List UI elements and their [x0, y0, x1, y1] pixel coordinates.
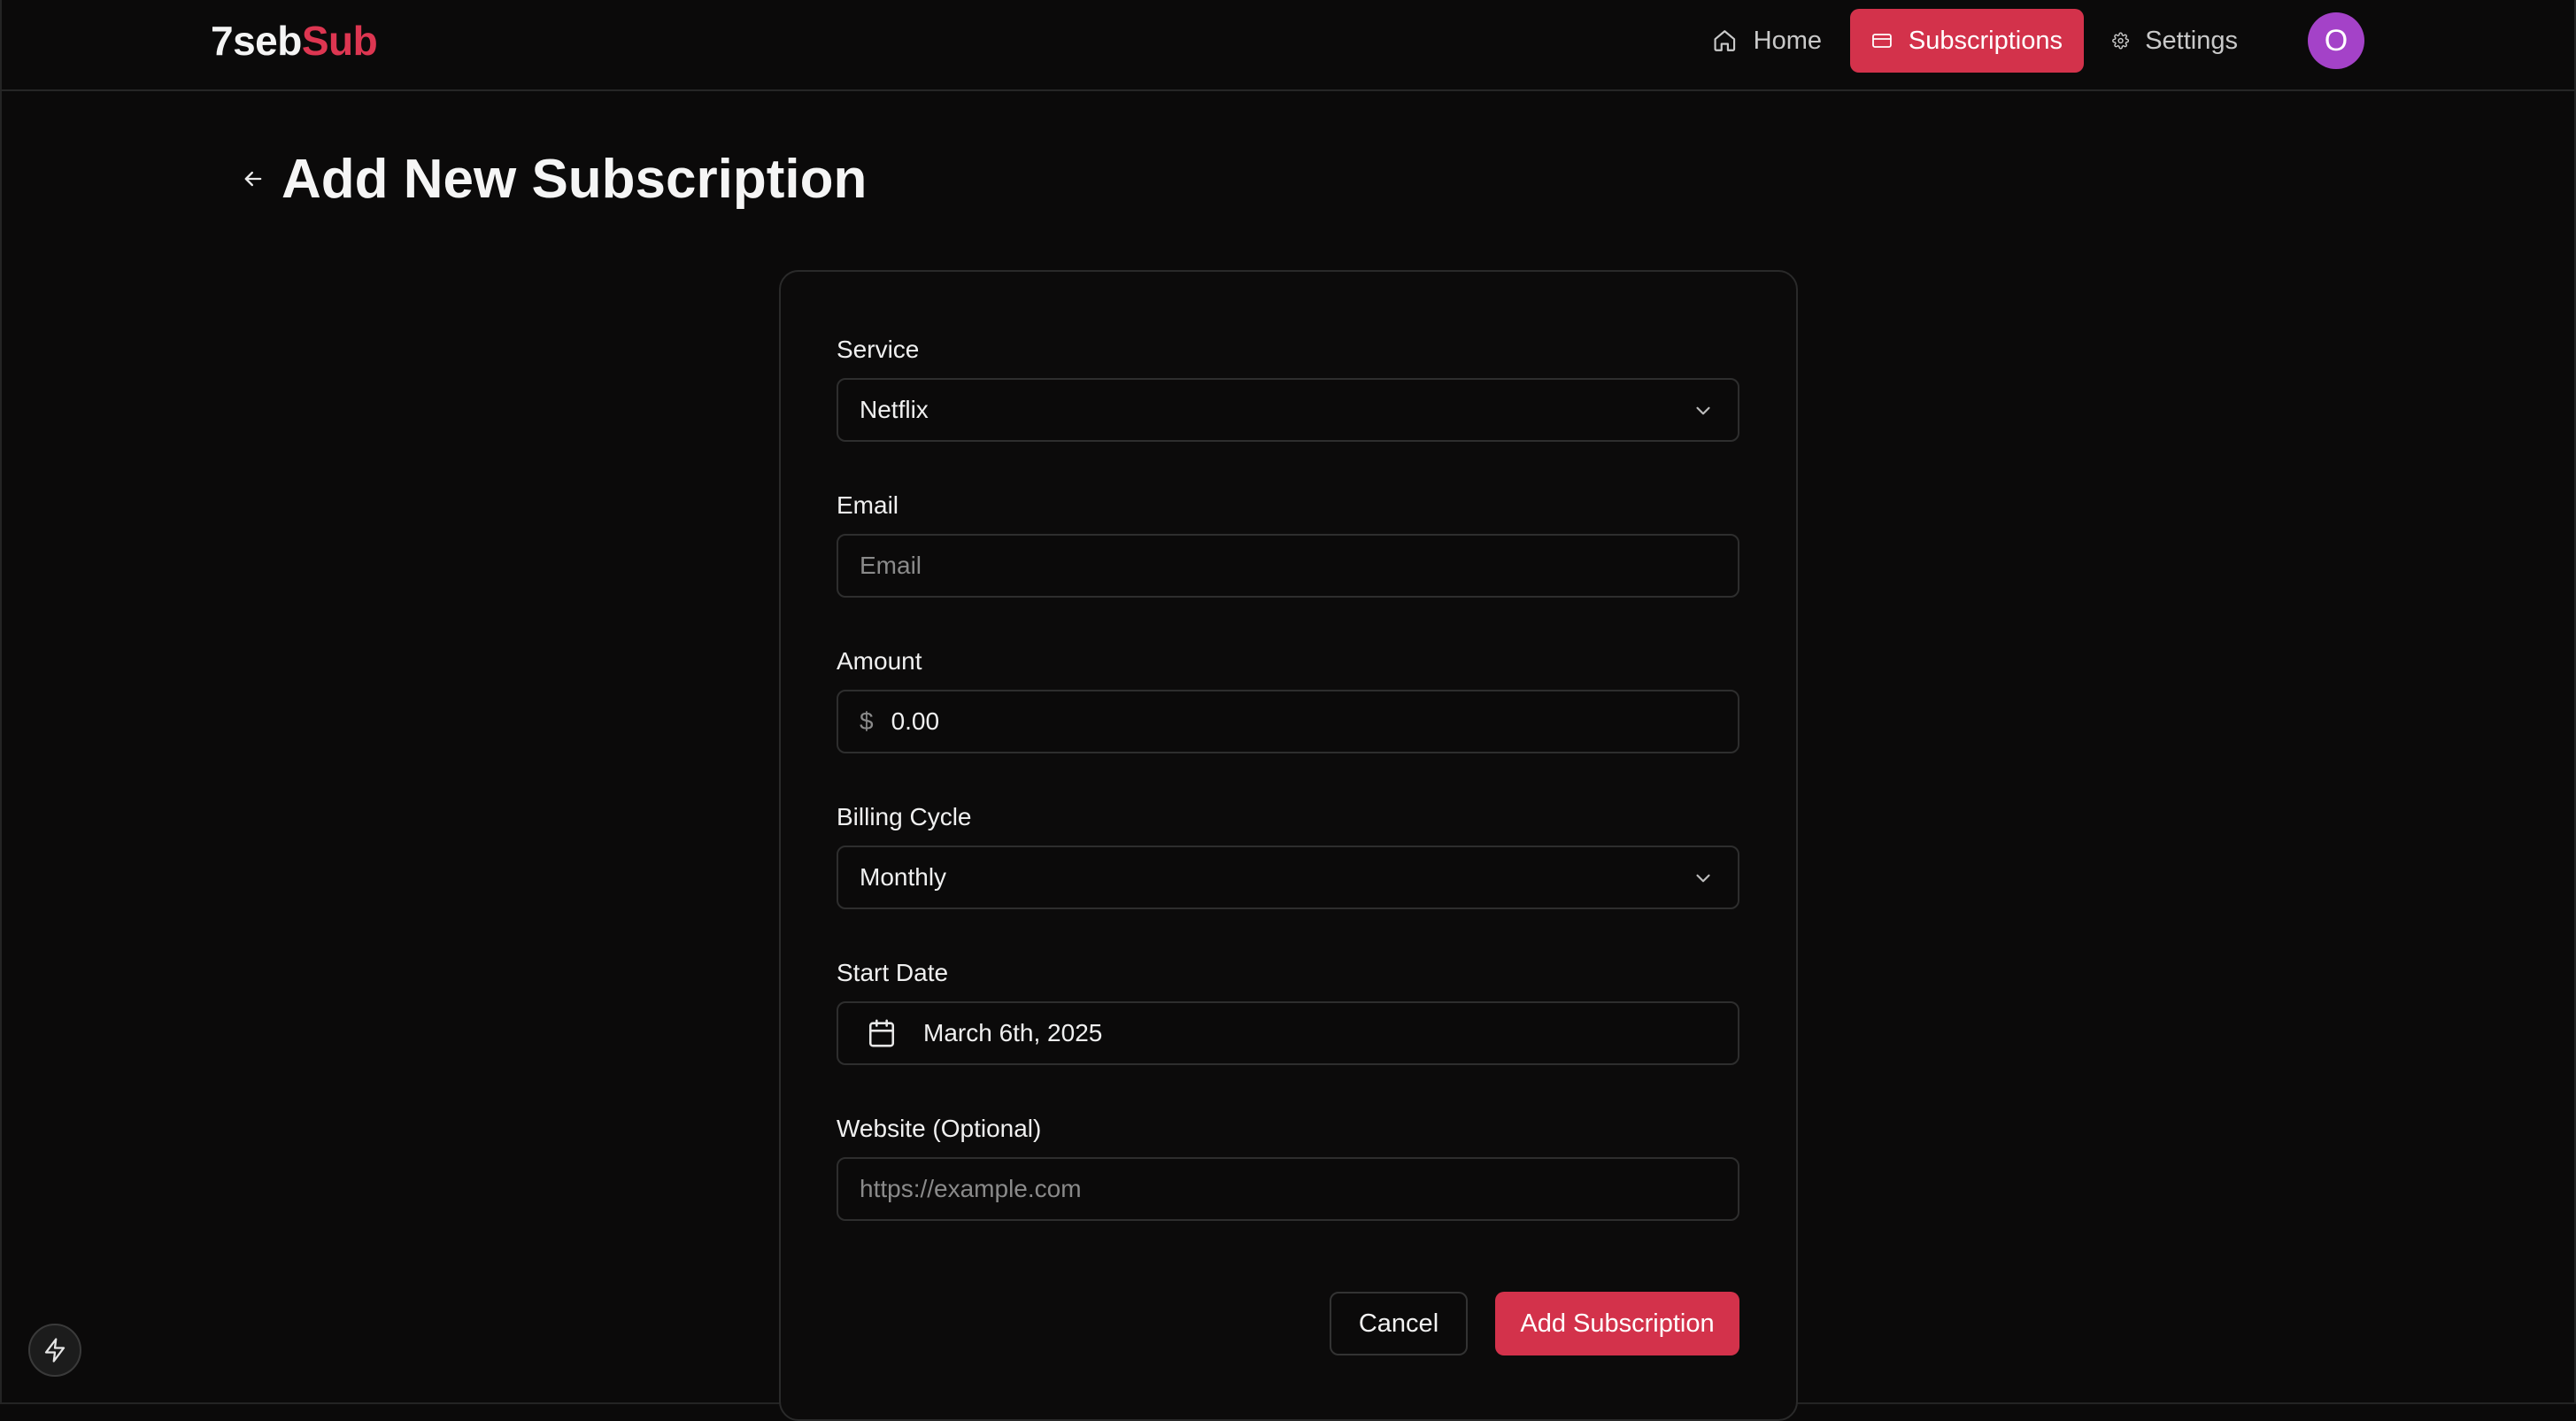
user-avatar[interactable]: O [2308, 12, 2364, 69]
website-label: Website (Optional) [837, 1115, 1042, 1142]
service-value: Netflix [860, 396, 929, 423]
nav-settings[interactable]: Settings [2091, 9, 2259, 73]
nav-settings-label: Settings [2145, 26, 2238, 55]
bolt-icon[interactable] [28, 1324, 81, 1377]
chevron-down-icon [1696, 874, 1710, 883]
back-arrow-icon[interactable] [237, 163, 269, 195]
billing-cycle-label: Billing Cycle [837, 803, 972, 830]
billing-cycle-value: Monthly [860, 863, 947, 891]
website-placeholder: https://example.com [860, 1175, 1082, 1202]
chevron-down-icon [1696, 406, 1710, 415]
nav-home-label: Home [1753, 26, 1822, 55]
nav-home[interactable]: Home [1691, 9, 1843, 73]
nav-subscriptions[interactable]: Subscriptions [1850, 9, 2084, 73]
email-placeholder: Email [860, 552, 922, 579]
add-subscription-button[interactable]: Add Subscription [1495, 1292, 1739, 1355]
email-label: Email [837, 491, 899, 519]
start-date-value: March 6th, 2025 [923, 1019, 1103, 1046]
service-label: Service [837, 336, 920, 363]
amount-label: Amount [837, 647, 922, 675]
amount-placeholder: 0.00 [891, 707, 940, 735]
page-title: Add New Subscription [282, 149, 868, 210]
email-field[interactable]: Email [837, 534, 1739, 598]
calendar-icon [868, 1019, 895, 1047]
currency-symbol: $ [860, 707, 874, 735]
website-field[interactable]: https://example.com [837, 1157, 1739, 1221]
cancel-button[interactable]: Cancel [1330, 1292, 1468, 1355]
gear-icon [2112, 32, 2130, 50]
app-logo[interactable]: 7sebSub [211, 12, 378, 69]
top-header: 7sebSub Home Subscriptions Settings O [0, 0, 2576, 91]
amount-field[interactable]: $ 0.00 [837, 690, 1739, 753]
service-select[interactable]: Netflix [837, 378, 1739, 442]
start-date-picker[interactable]: March 6th, 2025 [837, 1001, 1739, 1065]
home-icon [1714, 30, 1736, 51]
credit-card-icon [1872, 34, 1892, 48]
start-date-label: Start Date [837, 959, 949, 986]
nav-subscriptions-label: Subscriptions [1908, 26, 2063, 55]
billing-cycle-select[interactable]: Monthly [837, 846, 1739, 909]
